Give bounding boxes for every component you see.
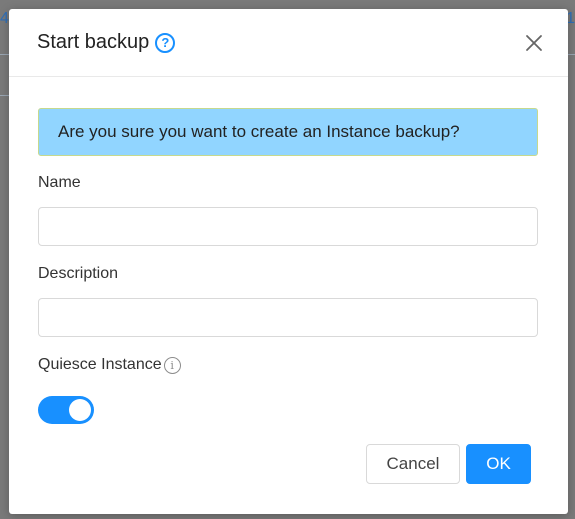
dialog-header: Start backup ? <box>9 9 568 77</box>
name-input[interactable] <box>38 207 538 246</box>
background-divider <box>568 54 575 55</box>
alert-text: Are you sure you want to create an Insta… <box>58 122 460 141</box>
dialog-footer: Cancel OK <box>366 444 531 484</box>
start-backup-dialog: Start backup ? Are you sure you want to … <box>9 9 568 514</box>
toggle-knob <box>69 399 91 421</box>
description-label-text: Description <box>38 265 119 282</box>
quiesce-label: Quiesce Instance i <box>38 355 538 375</box>
name-label-text: Name <box>38 174 81 191</box>
quiesce-label-text: Quiesce Instance <box>38 356 162 373</box>
info-icon[interactable]: i <box>163 356 181 374</box>
description-input[interactable] <box>38 298 538 337</box>
help-icon[interactable]: ? <box>155 32 176 53</box>
description-label: Description <box>38 264 538 284</box>
name-label: Name <box>38 173 538 193</box>
background-divider <box>0 54 9 55</box>
ok-button[interactable]: OK <box>466 444 531 484</box>
cancel-button[interactable]: Cancel <box>366 444 460 484</box>
background-divider <box>0 95 9 96</box>
close-icon[interactable] <box>522 31 546 55</box>
confirmation-alert: Are you sure you want to create an Insta… <box>38 108 538 156</box>
dialog-title: Start backup <box>37 31 150 53</box>
quiesce-toggle[interactable] <box>38 396 94 424</box>
dialog-body: Are you sure you want to create an Insta… <box>9 77 568 424</box>
